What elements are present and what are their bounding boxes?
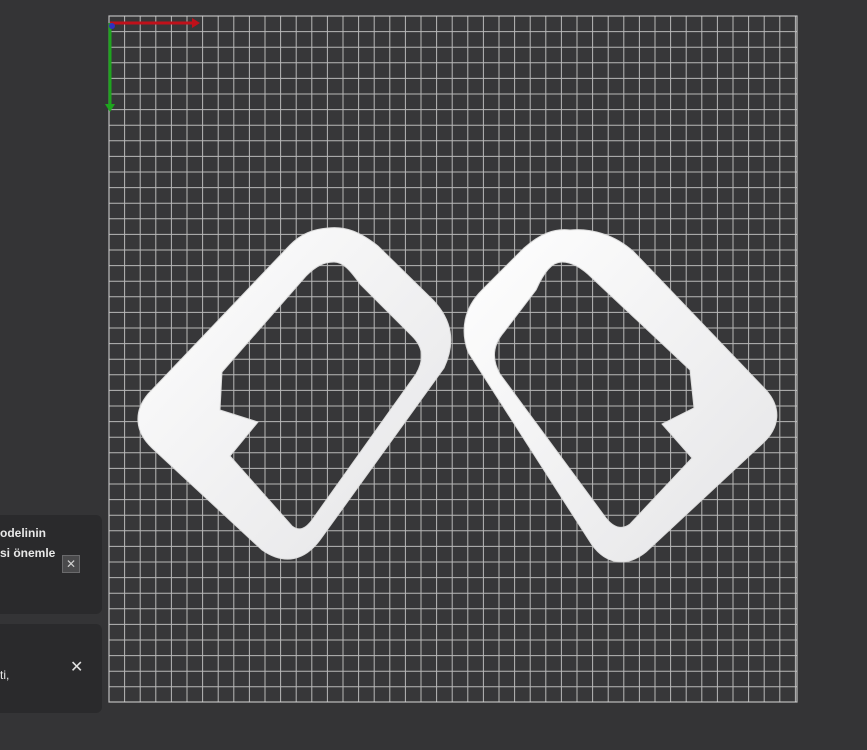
notification-text-line: ti, [0, 668, 10, 682]
notification-toast[interactable]: ti, ✕ [0, 624, 102, 713]
3d-viewport[interactable] [0, 0, 867, 750]
notification-text-line: odelinin [0, 526, 46, 540]
notification-text-line: si önemle [0, 546, 56, 560]
close-icon[interactable]: ✕ [62, 555, 80, 573]
notification-toast[interactable]: odelinin si önemle ✕ [0, 515, 102, 614]
axis-origin [109, 23, 115, 29]
close-icon[interactable]: ✕ [70, 660, 83, 676]
